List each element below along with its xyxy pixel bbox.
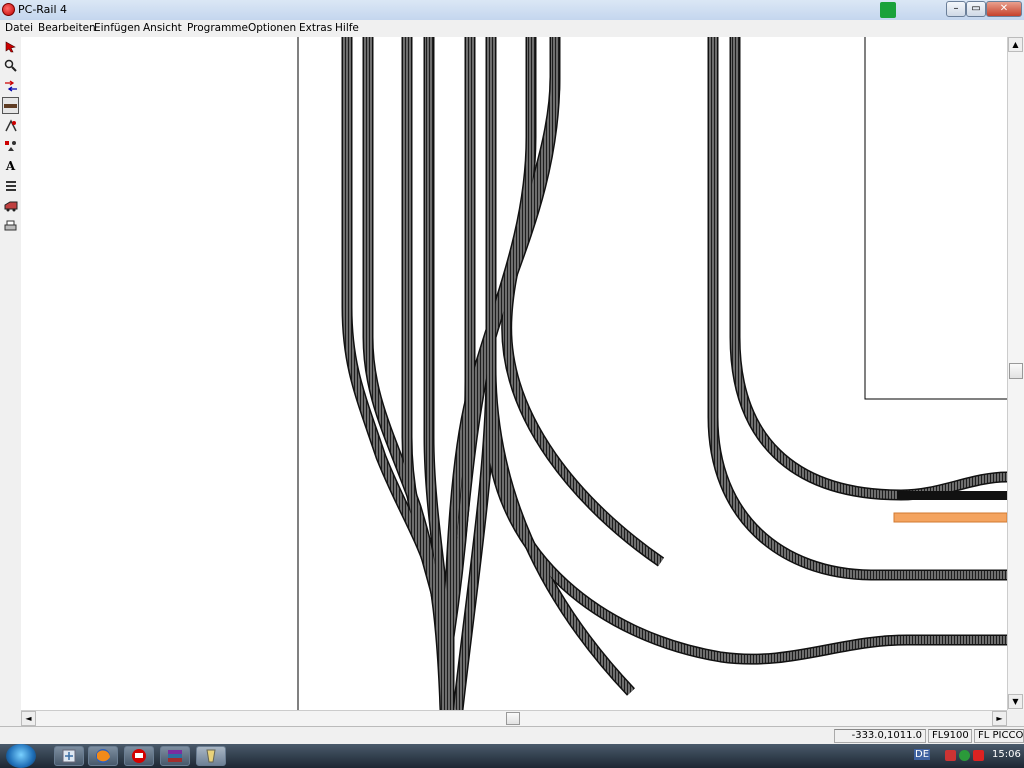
signal-icon[interactable] [2,137,19,154]
explorer-icon[interactable] [54,746,84,766]
menu-extras[interactable]: Extras [299,22,332,34]
horizontal-scroll-thumb[interactable] [506,712,520,725]
taskbar: DE 15:06 [0,744,1024,768]
print-status-icon[interactable] [880,2,896,18]
pcrail-icon[interactable] [124,746,154,766]
vertical-scroll-thumb[interactable] [1009,363,1023,379]
scroll-up-button[interactable]: ▲ [1008,37,1023,52]
menu-optionen[interactable]: Optionen [248,22,296,34]
status-bar: -333.0,1011.0 FL9100 FL PICCOLO [0,726,1024,745]
locomotive-icon[interactable] [2,197,19,214]
close-button[interactable]: ✕ [986,1,1022,17]
menu-ansicht[interactable]: Ansicht [143,22,182,34]
cursor-coordinates: -333.0,1011.0 [834,729,926,743]
layout-canvas[interactable] [21,37,1007,710]
building-outline [864,37,1007,400]
select-arrow-icon[interactable] [2,38,19,55]
horizontal-scrollbar[interactable]: ◄ ► [21,710,1007,726]
vertical-scrollbar[interactable]: ▲ ▼ [1007,37,1024,710]
clock: 15:06 [992,749,1021,760]
track-catalog: FL PICCOLO [974,729,1024,743]
layers-icon[interactable] [2,177,19,194]
maximize-button[interactable]: ▭ [966,1,986,17]
menu-datei[interactable]: Datei [5,22,33,34]
menu-hilfe[interactable]: Hilfe [335,22,359,34]
other-app-icon[interactable] [196,746,226,766]
window-title: PC-Rail 4 [18,3,68,16]
volume-icon[interactable] [973,750,984,761]
track-icon[interactable] [2,97,19,114]
skype-icon[interactable] [959,750,970,761]
scroll-down-button[interactable]: ▼ [1008,694,1023,709]
part-number: FL9100 [928,729,972,743]
text-icon[interactable]: A [2,157,19,174]
switch-icon[interactable] [2,117,19,134]
minimize-button[interactable]: – [946,1,966,17]
firefox-icon[interactable] [88,746,118,766]
menu-einfuegen[interactable]: Einfügen [94,22,140,34]
tool-palette: A [0,37,22,711]
scroll-right-button[interactable]: ► [992,711,1007,726]
language-indicator[interactable]: DE [914,749,931,760]
start-button[interactable] [6,744,36,768]
winrar-icon[interactable] [160,746,190,766]
app-icon [2,3,15,16]
selected-track[interactable] [893,512,1007,523]
print-icon[interactable] [2,217,19,234]
menu-bar: Datei Bearbeiten Einfügen Ansicht Progra… [0,20,1024,37]
scroll-left-button[interactable]: ◄ [21,711,36,726]
menu-bearbeiten[interactable]: Bearbeiten [38,22,96,34]
switch-cluster [897,491,1007,500]
track-group [341,37,1007,710]
menu-programme[interactable]: Programme [187,22,248,34]
route-icon[interactable] [2,77,19,94]
network-icon[interactable] [945,750,956,761]
title-bar: PC-Rail 4 – ▭ ✕ [0,0,1024,21]
track-plan[interactable] [21,37,1007,710]
zoom-icon[interactable] [2,57,19,74]
